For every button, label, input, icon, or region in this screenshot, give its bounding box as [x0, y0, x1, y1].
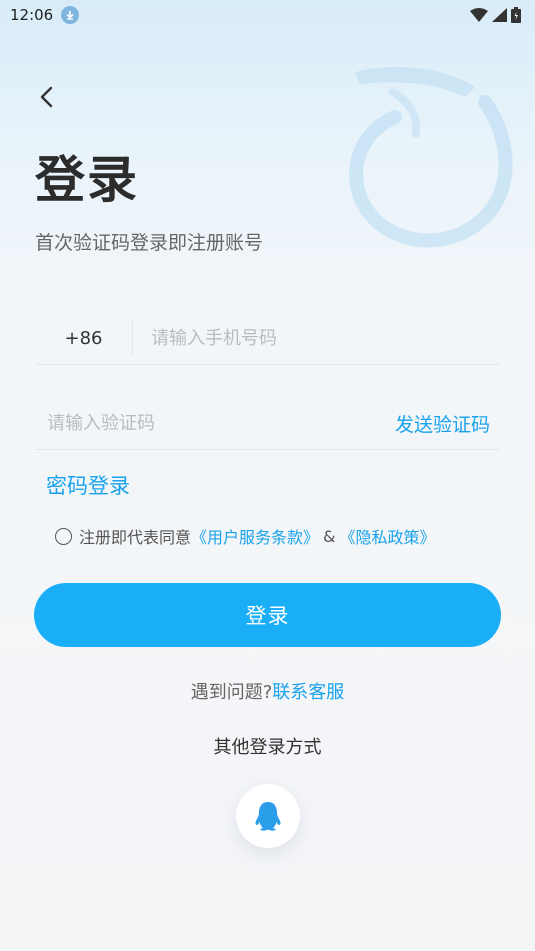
- agreement-checkbox[interactable]: [55, 527, 72, 545]
- verification-code-input[interactable]: [47, 412, 347, 434]
- battery-icon: [511, 7, 521, 23]
- signal-icon: [492, 8, 507, 22]
- download-icon: [61, 6, 80, 24]
- qq-icon: [255, 802, 281, 831]
- divider: [132, 319, 133, 357]
- phone-row: +86: [35, 312, 500, 365]
- status-left: 12:06: [10, 6, 80, 24]
- dragon-watermark-icon: [349, 67, 513, 248]
- chevron-left-icon: [40, 86, 53, 108]
- privacy-link[interactable]: 《隐私政策》: [340, 524, 436, 548]
- status-right: [470, 7, 521, 23]
- wifi-icon: [470, 8, 488, 22]
- help-question: 遇到问题?: [190, 682, 273, 703]
- status-bar: 12:06: [0, 0, 535, 30]
- other-login-title: 其他登录方式: [213, 737, 322, 758]
- back-button[interactable]: [32, 82, 62, 112]
- agreement-text: 注册即代表同意: [79, 528, 192, 547]
- phone-input[interactable]: [151, 327, 471, 349]
- agreement-row: 注册即代表同意 《用户服务条款》 & 《隐私政策》: [55, 524, 436, 548]
- code-row: 发送验证码: [35, 397, 500, 450]
- country-code-selector[interactable]: +86: [35, 328, 132, 349]
- help-row: 遇到问题?联系客服: [0, 678, 535, 704]
- status-time: 12:06: [10, 6, 54, 24]
- page-subtitle: 首次验证码登录即注册账号: [35, 232, 264, 254]
- contact-support-link[interactable]: 联系客服: [272, 682, 344, 703]
- page-title: 登录: [35, 151, 139, 209]
- qq-login-button[interactable]: [236, 784, 300, 848]
- terms-link[interactable]: 《用户服务条款》: [191, 524, 319, 548]
- send-code-button[interactable]: 发送验证码: [395, 410, 490, 437]
- login-button[interactable]: 登录: [34, 583, 501, 647]
- ampersand: &: [323, 526, 336, 546]
- password-login-link[interactable]: 密码登录: [46, 470, 130, 500]
